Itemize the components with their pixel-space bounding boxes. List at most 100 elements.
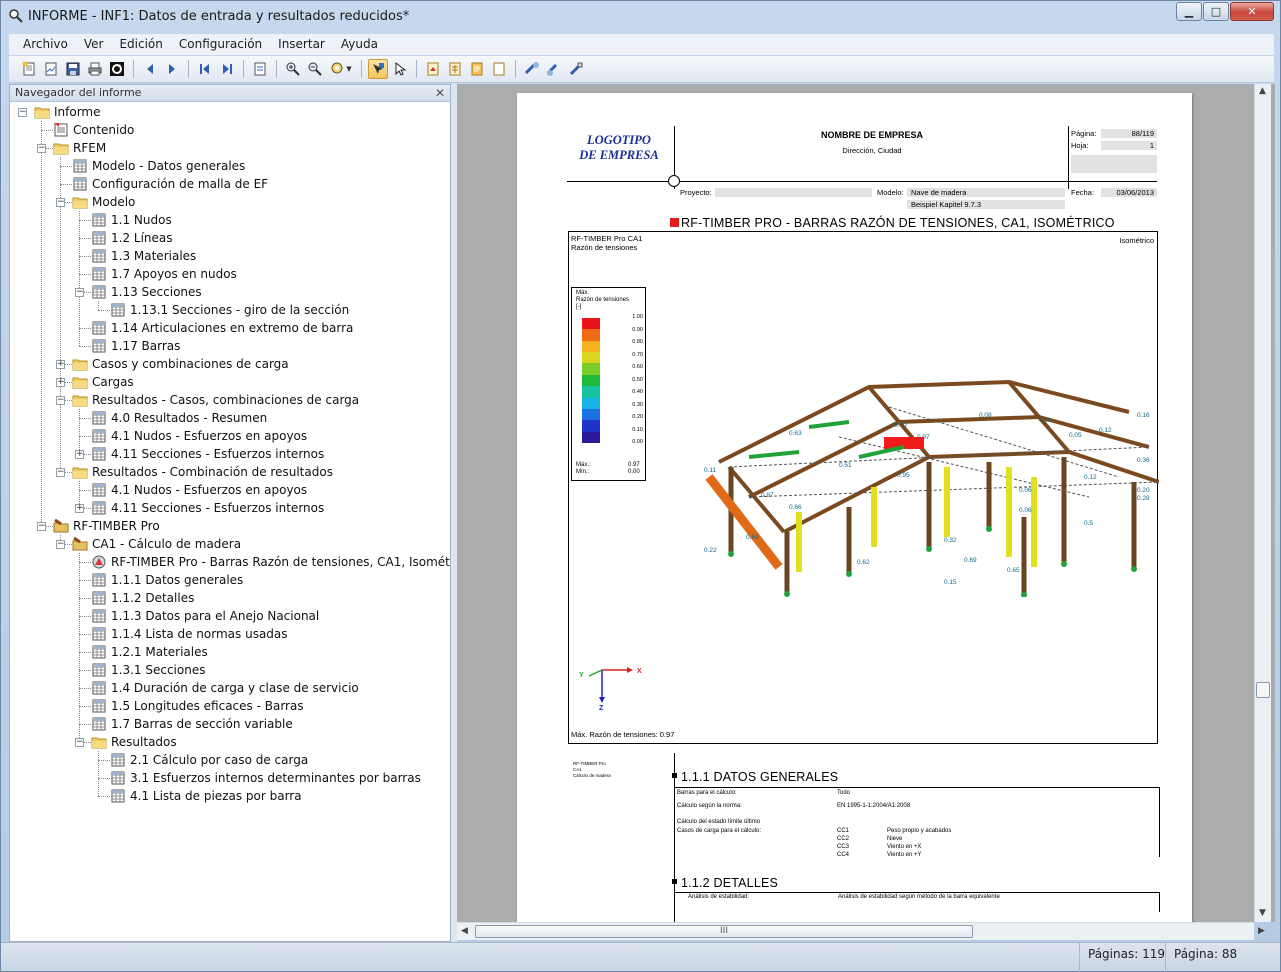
expand-toggle[interactable]: + (56, 360, 65, 369)
tree-item[interactable]: 4.11 Secciones - Esfuerzos internos (91, 499, 324, 517)
collapse-toggle[interactable]: − (56, 468, 65, 477)
table-icon (92, 339, 106, 353)
menu-edicion[interactable]: Edición (111, 34, 170, 55)
tree-item[interactable]: Contenido (53, 121, 134, 139)
ratio-value-label: 0.15 (944, 579, 957, 586)
tree-item[interactable]: 1.1.4 Lista de normas usadas (91, 625, 288, 643)
tree-item[interactable]: Casos y combinaciones de carga (72, 355, 289, 373)
tree-item[interactable]: 1.2.1 Materiales (91, 643, 208, 661)
tree-item[interactable]: 1.7 Barras de sección variable (91, 715, 293, 733)
next-page-button[interactable] (162, 59, 182, 79)
tree-item[interactable]: RF-TIMBER Pro - Barras Razón de tensione… (91, 553, 450, 571)
module-folder-icon (53, 518, 69, 533)
horizontal-scroll-thumb[interactable]: III (475, 925, 973, 938)
tree-item[interactable]: 1.7 Apoyos en nudos (91, 265, 237, 283)
link-button[interactable] (566, 59, 586, 79)
minimize-button[interactable]: ▁ (1176, 2, 1202, 21)
tree-item[interactable]: 1.5 Longitudes eficaces - Barras (91, 697, 304, 715)
tree-item[interactable]: 4.11 Secciones - Esfuerzos internos (91, 445, 324, 463)
zoom-out-button[interactable] (305, 59, 325, 79)
menu-ayuda[interactable]: Ayuda (333, 34, 386, 55)
horizontal-scrollbar[interactable]: ◀ III ▶ (457, 922, 1265, 940)
tree-item[interactable]: 1.1.2 Detalles (91, 589, 194, 607)
export-button[interactable] (522, 59, 542, 79)
pointer-tool-button[interactable] (390, 59, 410, 79)
collapse-toggle[interactable]: − (56, 540, 65, 549)
tree-guide-line (98, 751, 99, 796)
menu-ver[interactable]: Ver (76, 34, 112, 55)
close-button[interactable]: ✕ (1230, 2, 1274, 21)
collapse-toggle[interactable]: − (18, 108, 27, 117)
tree-connector (79, 220, 91, 221)
tree-item[interactable]: Resultados - Combinación de resultados (72, 463, 333, 481)
tree-item[interactable]: 1.14 Articulaciones en extremo de barra (91, 319, 353, 337)
expand-toggle[interactable]: + (75, 504, 84, 513)
new-report-button[interactable] (19, 59, 39, 79)
tree-item[interactable]: 4.1 Lista de piezas por barra (110, 787, 302, 805)
last-page-button[interactable] (217, 59, 237, 79)
insert-graphic-button[interactable] (423, 59, 443, 79)
tree-item[interactable]: 1.2 Líneas (91, 229, 173, 247)
tree-item[interactable]: 1.4 Duración de carga y clase de servici… (91, 679, 359, 697)
scroll-right-icon[interactable]: ▶ (1258, 926, 1265, 936)
refresh-button[interactable] (107, 59, 127, 79)
open-button[interactable] (41, 59, 61, 79)
tree-item[interactable]: 1.13 Secciones (91, 283, 202, 301)
tree-item[interactable]: 1.13.1 Secciones - giro de la sección (110, 301, 349, 319)
zoom-in-button[interactable] (283, 59, 303, 79)
tree-connector (79, 724, 91, 725)
menu-configuracion[interactable]: Configuración (171, 34, 270, 55)
tree-item[interactable]: 1.3.1 Secciones (91, 661, 205, 679)
tree-item[interactable]: RFEM (53, 139, 106, 157)
expand-toggle[interactable]: + (56, 378, 65, 387)
tree-item[interactable]: 1.3 Materiales (91, 247, 196, 265)
vertical-scrollbar[interactable]: ▲ ▼ (1254, 84, 1271, 922)
insert-table-button[interactable] (445, 59, 465, 79)
scroll-left-icon[interactable]: ◀ (461, 926, 468, 936)
previous-page-button[interactable] (140, 59, 160, 79)
select-tool-button[interactable] (368, 59, 388, 79)
tree-item[interactable]: 3.1 Esfuerzos internos determinantes por… (110, 769, 421, 787)
collapse-toggle[interactable]: − (37, 144, 46, 153)
tree-item[interactable]: Informe (34, 103, 101, 121)
save-button[interactable] (63, 59, 83, 79)
tree-item[interactable]: Configuración de malla de EF (72, 175, 268, 193)
tree-item[interactable]: 1.1 Nudos (91, 211, 172, 229)
tree-item[interactable]: Modelo - Datos generales (72, 157, 245, 175)
tree-item[interactable]: 4.0 Resultados - Resumen (91, 409, 267, 427)
insert-page-button[interactable] (489, 59, 509, 79)
scroll-up-icon[interactable]: ▲ (1259, 86, 1266, 96)
tree-item[interactable]: Cargas (72, 373, 134, 391)
tree-item[interactable]: 4.1 Nudos - Esfuerzos en apoyos (91, 427, 307, 445)
expand-toggle[interactable]: + (75, 450, 84, 459)
tree-item[interactable]: Modelo (72, 193, 135, 211)
tree-item[interactable]: 4.1 Nudos - Esfuerzos en apoyos (91, 481, 307, 499)
tree-item[interactable]: 2.1 Cálculo por caso de carga (110, 751, 308, 769)
collapse-toggle[interactable]: − (75, 738, 84, 747)
collapse-toggle[interactable]: − (37, 522, 46, 531)
collapse-toggle[interactable]: − (56, 396, 65, 405)
menu-insertar[interactable]: Insertar (270, 34, 333, 55)
cursor-arrow-icon (395, 61, 407, 76)
menu-archivo[interactable]: Archivo (15, 34, 76, 55)
insert-text-button[interactable] (467, 59, 487, 79)
tree-item[interactable]: 1.1.1 Datos generales (91, 571, 243, 589)
tree-item[interactable]: Resultados (91, 733, 177, 751)
first-page-button[interactable] (195, 59, 215, 79)
navigator-close-icon[interactable]: ✕ (435, 85, 445, 101)
import-button[interactable] (544, 59, 564, 79)
page-setup-button[interactable] (250, 59, 270, 79)
zoom-dropdown-button[interactable]: ▼ (327, 59, 355, 79)
tree-item[interactable]: 1.17 Barras (91, 337, 180, 355)
maximize-button[interactable]: □ (1203, 2, 1229, 21)
collapse-toggle[interactable]: − (75, 288, 84, 297)
scroll-down-icon[interactable]: ▼ (1259, 908, 1266, 918)
collapse-toggle[interactable]: − (56, 198, 65, 207)
tree-item[interactable]: 1.1.3 Datos para el Anejo Nacional (91, 607, 319, 625)
vertical-scroll-thumb[interactable] (1256, 682, 1270, 698)
tree-item[interactable]: CA1 - Cálculo de madera (72, 535, 241, 553)
tree-item[interactable]: Resultados - Casos, combinaciones de car… (72, 391, 359, 409)
print-button[interactable] (85, 59, 105, 79)
tree-item[interactable]: RF-TIMBER Pro (53, 517, 160, 535)
legend-value: 0.20 (632, 414, 643, 420)
